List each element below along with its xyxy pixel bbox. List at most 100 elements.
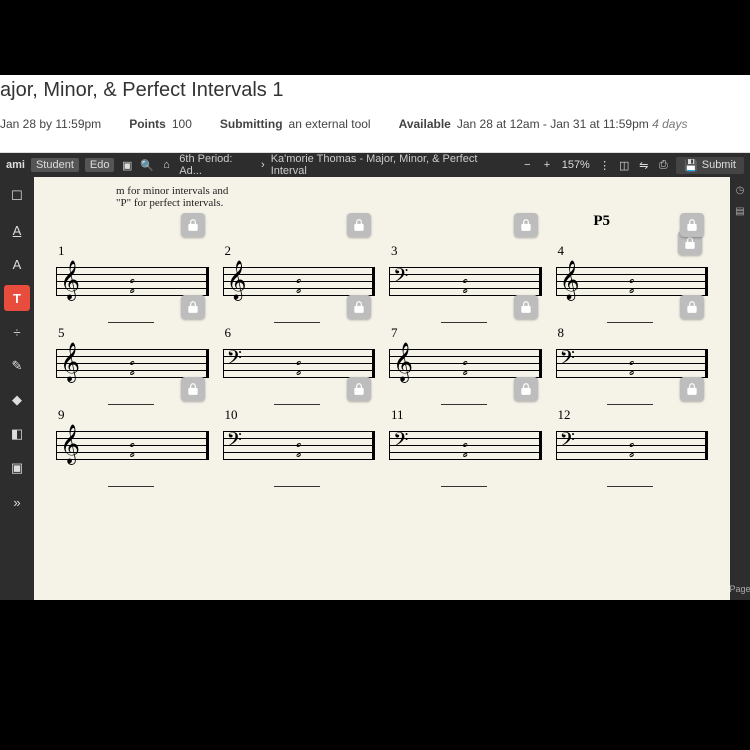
- save-icon: 💾: [684, 159, 698, 172]
- points: Points100: [129, 117, 192, 131]
- question-cell-9: 9𝄞𝅗𝅗: [56, 409, 209, 469]
- answer-blank[interactable]: [607, 311, 653, 323]
- tool-equation[interactable]: ÷: [4, 319, 30, 345]
- question-number: 7: [391, 325, 398, 341]
- example-answer: P5: [593, 213, 610, 230]
- tool-shape[interactable]: ◧: [4, 421, 30, 447]
- lock-icon[interactable]: [347, 377, 371, 401]
- answer-blank[interactable]: [607, 393, 653, 405]
- answer-blank[interactable]: [607, 475, 653, 487]
- assignment-meta: Jan 28 by 11:59pm Points100 Submittingan…: [0, 117, 687, 131]
- interval-notes: 𝅗𝅗: [129, 436, 135, 456]
- tool-eraser[interactable]: ◆: [4, 387, 30, 413]
- interval-notes: 𝅗𝅗: [296, 272, 302, 292]
- music-staff: 𝄢 𝅗𝅗: [389, 423, 542, 469]
- lock-icon[interactable]: [680, 213, 704, 237]
- music-staff: 𝄞𝅗𝅗: [56, 423, 209, 469]
- bass-clef-icon: 𝄢: [227, 421, 242, 465]
- interval-notes: 𝅗𝅗: [296, 354, 302, 374]
- interval-notes: 𝅗𝅗: [629, 436, 635, 456]
- strip-icon[interactable]: ◷: [736, 185, 745, 196]
- worksheet-page[interactable]: m for minor intervals and "P" for perfec…: [34, 177, 730, 600]
- lms-header: ajor, Minor, & Perfect Intervals 1 Jan 2…: [0, 75, 750, 153]
- music-staff: 𝄢𝅗𝅗: [556, 423, 709, 469]
- tool-more[interactable]: »: [4, 489, 30, 515]
- search-icon[interactable]: 🔍: [140, 159, 154, 172]
- strip-icon[interactable]: ▤: [735, 206, 744, 217]
- interval-notes: 𝅗𝅗: [462, 272, 468, 292]
- chevron-right-icon: ›: [261, 159, 265, 171]
- treble-clef-icon: 𝄞: [60, 341, 80, 385]
- home-icon[interactable]: ⌂: [160, 159, 174, 171]
- lock-icon[interactable]: [181, 377, 205, 401]
- page-label: Page: [729, 584, 750, 600]
- answer-blank[interactable]: [274, 393, 320, 405]
- treble-clef-icon: 𝄞: [227, 259, 247, 303]
- treble-clef-icon: 𝄞: [560, 259, 580, 303]
- lock-icon[interactable]: [514, 377, 538, 401]
- tool-select[interactable]: ☐: [4, 183, 30, 209]
- kami-logo: ami: [6, 159, 25, 171]
- bass-clef-icon: 𝄢: [393, 421, 408, 465]
- available: AvailableJan 28 at 12am - Jan 31 at 11:5…: [399, 117, 688, 131]
- answer-blank[interactable]: [274, 475, 320, 487]
- edit-chip[interactable]: Edo: [85, 158, 115, 172]
- lock-icon[interactable]: [514, 295, 538, 319]
- answer-blank[interactable]: [441, 475, 487, 487]
- interval-notes: 𝅗𝅗: [296, 436, 302, 456]
- lock-icon[interactable]: [181, 213, 205, 237]
- answer-blank[interactable]: [108, 311, 154, 323]
- lock-icon[interactable]: [514, 213, 538, 237]
- question-number: 5: [58, 325, 65, 341]
- treble-clef-icon: 𝄞: [393, 341, 413, 385]
- breadcrumb-course[interactable]: 6th Period: Ad...: [179, 153, 255, 177]
- role-chip[interactable]: Student: [31, 158, 79, 172]
- tool-textbox[interactable]: A: [4, 251, 30, 277]
- assignment-title: ajor, Minor, & Perfect Intervals 1: [0, 79, 283, 102]
- music-staff: 𝄢 𝅗𝅗: [223, 423, 376, 469]
- zoom-level[interactable]: 157%: [562, 159, 590, 171]
- share-icon[interactable]: ⇋: [637, 159, 651, 172]
- print-icon[interactable]: ⎙: [656, 159, 670, 172]
- tool-highlight[interactable]: A: [4, 217, 30, 243]
- tool-text[interactable]: T: [4, 285, 30, 311]
- answer-blank[interactable]: [108, 393, 154, 405]
- treble-clef-icon: 𝄞: [60, 259, 80, 303]
- tool-image[interactable]: ▣: [4, 455, 30, 481]
- interval-notes: 𝅗𝅗: [129, 354, 135, 374]
- breadcrumb-doc: Ka'morie Thomas - Major, Minor, & Perfec…: [271, 153, 509, 177]
- lock-icon[interactable]: [680, 377, 704, 401]
- answer-blank[interactable]: [108, 475, 154, 487]
- question-cell-10: 10𝄢𝅗𝅗: [223, 409, 376, 469]
- right-strip: ◷ ▤ Page: [730, 177, 750, 600]
- answer-blank[interactable]: [441, 393, 487, 405]
- menu-icon[interactable]: ⋮: [598, 159, 612, 172]
- zoom-in-icon[interactable]: +: [540, 159, 554, 171]
- split-icon[interactable]: ◫: [617, 159, 631, 172]
- interval-notes: 𝅗𝅗: [129, 272, 135, 292]
- side-toolbar: ☐ A A T ÷ ✎ ◆ ◧ ▣ »: [0, 177, 34, 600]
- question-number: 1: [58, 243, 65, 259]
- kami-toolbar: ami Student Edo ▣ 🔍 ⌂ 6th Period: Ad... …: [0, 153, 750, 177]
- tool-draw[interactable]: ✎: [4, 353, 30, 379]
- lock-icon[interactable]: [347, 295, 371, 319]
- answer-blank[interactable]: [441, 311, 487, 323]
- bass-clef-icon: 𝄢: [393, 257, 408, 301]
- question-cell-12: 12𝄢𝅗𝅗: [556, 409, 709, 469]
- lock-icon[interactable]: [680, 295, 704, 319]
- due-date: Jan 28 by 11:59pm: [0, 117, 101, 131]
- submitting: Submittingan external tool: [220, 117, 371, 131]
- question-number: 2: [225, 243, 232, 259]
- panel-icon[interactable]: ▣: [120, 159, 134, 172]
- instruction-line1: m for minor intervals and: [116, 185, 708, 197]
- submit-button[interactable]: 💾 Submit: [676, 157, 744, 174]
- answer-blank[interactable]: [274, 311, 320, 323]
- interval-notes: 𝅗𝅗: [462, 436, 468, 456]
- interval-notes: 𝅗𝅗: [462, 354, 468, 374]
- zoom-out-icon[interactable]: −: [521, 159, 535, 171]
- question-grid: 1𝄞𝅗𝅗2𝄞𝅗𝅗3𝄢𝅗𝅗4𝄞𝅗𝅗5𝄞𝅗𝅗6𝄢𝅗𝅗7𝄞𝅗𝅗8𝄢𝅗𝅗9𝄞𝅗𝅗10𝄢𝅗…: [56, 245, 708, 469]
- interval-notes: 𝅗𝅗: [629, 272, 635, 292]
- instruction-line2: "P" for perfect intervals.: [116, 197, 708, 209]
- lock-icon[interactable]: [347, 213, 371, 237]
- lock-icon[interactable]: [181, 295, 205, 319]
